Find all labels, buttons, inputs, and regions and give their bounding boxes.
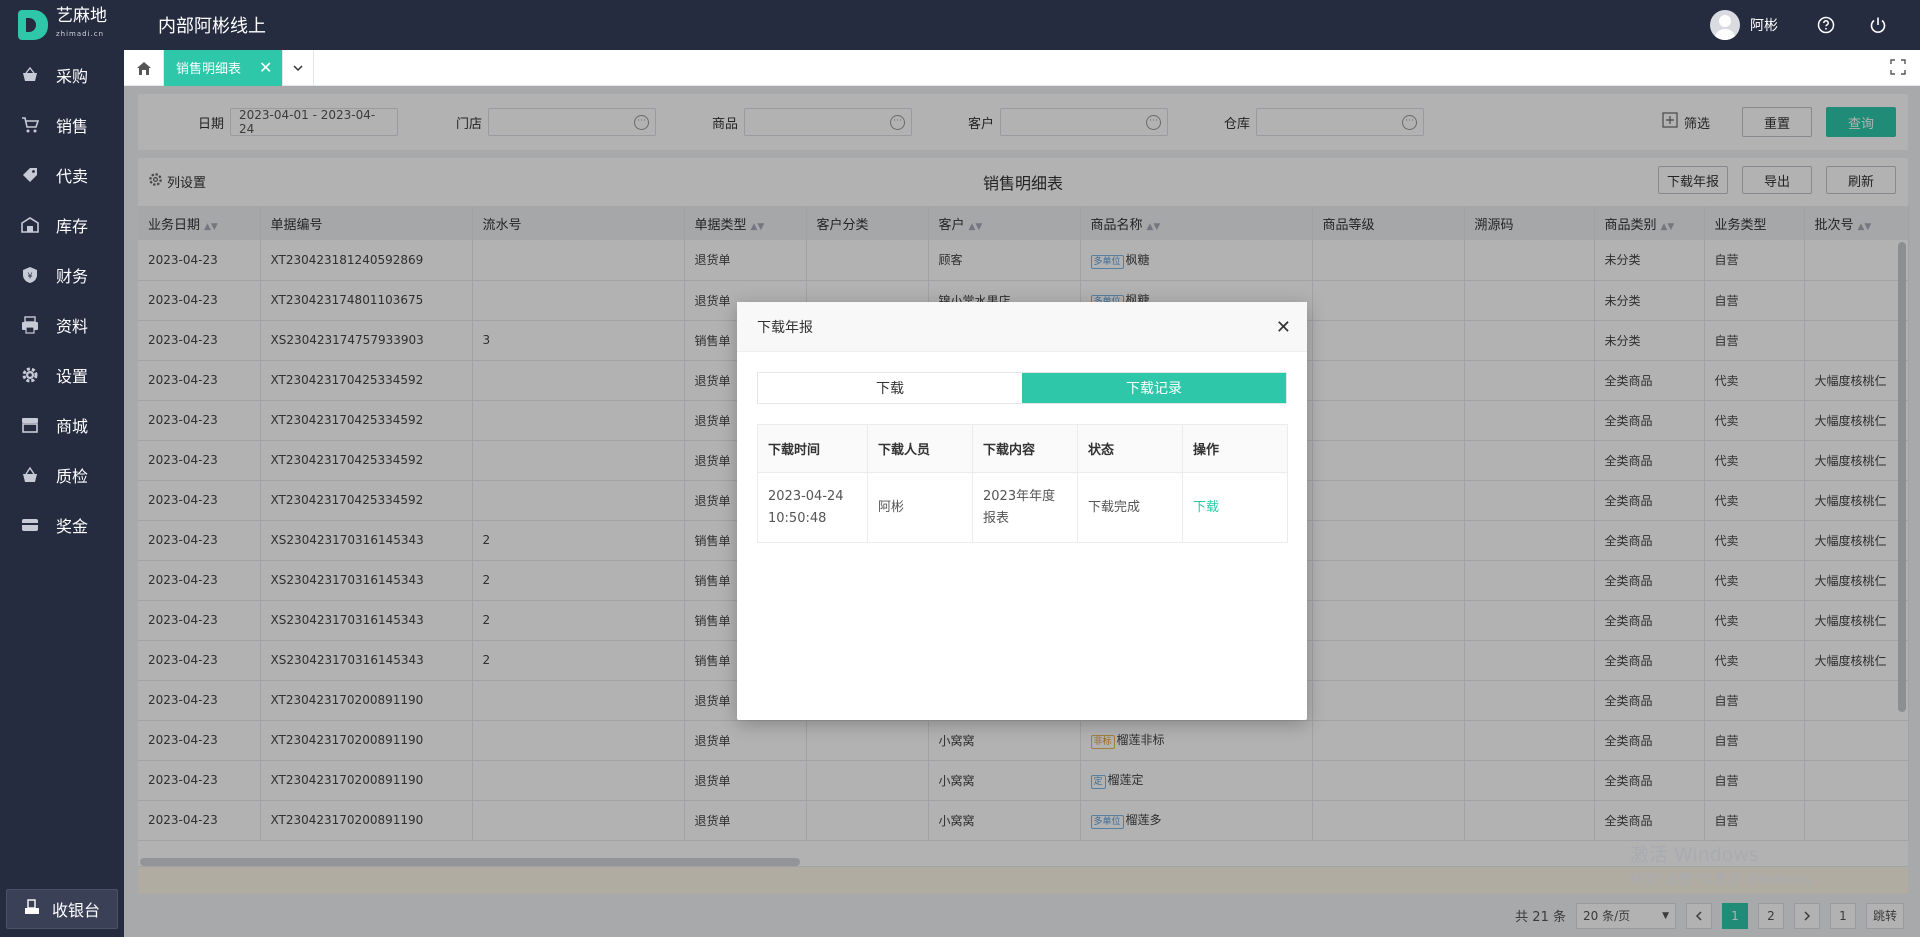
home-icon[interactable] xyxy=(124,49,164,86)
warehouse-icon xyxy=(20,215,40,235)
sidebar-item-sales[interactable]: 销售 xyxy=(0,100,124,150)
sidebar-item-label: 质检 xyxy=(56,467,89,486)
sidebar-item-finance[interactable]: ¥ 财务 xyxy=(0,250,124,300)
sidebar-item-bonus[interactable]: 奖金 xyxy=(0,500,124,550)
bonus-icon xyxy=(20,515,40,535)
column-header: 下载内容 xyxy=(972,424,1078,473)
sidebar-item-label: 采购 xyxy=(56,67,89,86)
tab-download[interactable]: 下载 xyxy=(758,373,1022,403)
sidebar-item-purchase[interactable]: 采购 xyxy=(0,50,124,100)
app-title: 内部阿彬线上 xyxy=(158,16,266,37)
modal-tabs: 下载 下载记录 xyxy=(757,372,1287,404)
cashier-icon xyxy=(24,899,40,919)
tab-sales-detail[interactable]: 销售明细表 ✕ xyxy=(164,49,283,86)
sidebar-item-label: 资料 xyxy=(56,317,89,336)
sidebar-item-label: 设置 xyxy=(56,367,89,386)
sidebar-item-label: 商城 xyxy=(56,417,89,436)
logo[interactable]: 艺麻地 zhimadi.cn xyxy=(0,0,124,50)
column-header: 操作 xyxy=(1182,424,1288,473)
chevron-down-icon[interactable] xyxy=(282,49,315,86)
store-icon xyxy=(20,415,40,435)
cashier-label: 收银台 xyxy=(51,901,100,920)
tab-download-records[interactable]: 下载记录 xyxy=(1022,373,1286,403)
close-icon[interactable]: ✕ xyxy=(259,58,272,77)
gear-icon xyxy=(20,365,40,385)
tab-bar: 销售明细表 ✕ xyxy=(124,49,1920,86)
sidebar-item-mall[interactable]: 商城 xyxy=(0,400,124,450)
top-bar: 艺麻地 zhimadi.cn 内部阿彬线上 阿彬 xyxy=(0,0,1920,50)
sidebar-item-inspection[interactable]: 质检 xyxy=(0,450,124,500)
logo-text: 艺麻地 xyxy=(56,6,107,26)
column-header: 下载人员 xyxy=(867,424,973,473)
download-records-table: 下载时间 下载人员 下载内容 状态 操作 2023-04-24 10:50:48… xyxy=(757,424,1288,543)
finance-icon: ¥ xyxy=(20,265,40,285)
download-annual-modal: 下载年报 ✕ 下载 下载记录 下载时间 下载人员 下载内容 状态 操作 2023… xyxy=(737,302,1307,720)
windows-watermark: 激活 Windows 转到"设置"以激活 Windows。 xyxy=(1630,844,1822,888)
printer-icon xyxy=(20,315,40,335)
power-icon[interactable] xyxy=(1868,15,1888,35)
column-header: 状态 xyxy=(1077,424,1183,473)
sidebar-item-label: 财务 xyxy=(56,267,89,286)
svg-text:¥: ¥ xyxy=(27,272,32,281)
inspection-icon xyxy=(20,465,40,485)
user-name[interactable]: 阿彬 xyxy=(1750,15,1778,35)
sidebar-item-consignment[interactable]: 代卖 xyxy=(0,150,124,200)
tag-icon xyxy=(20,165,40,185)
modal-title: 下载年报 xyxy=(757,319,813,336)
logo-subtext: zhimadi.cn xyxy=(56,30,105,38)
download-person: 阿彬 xyxy=(867,472,973,543)
sidebar-item-label: 库存 xyxy=(56,217,89,236)
tab-label: 销售明细表 xyxy=(176,62,242,77)
sidebar-item-label: 销售 xyxy=(56,117,89,136)
basket-icon xyxy=(20,65,40,85)
table-header-row: 下载时间 下载人员 下载内容 状态 操作 xyxy=(757,424,1288,473)
logo-mark-icon xyxy=(18,10,48,40)
download-time: 2023-04-24 10:50:48 xyxy=(757,472,868,543)
cashier-button[interactable]: 收银台 xyxy=(6,889,118,929)
download-link[interactable]: 下载 xyxy=(1193,500,1219,515)
sidebar-item-data[interactable]: 资料 xyxy=(0,300,124,350)
fullscreen-icon[interactable] xyxy=(1890,59,1906,79)
cart-icon xyxy=(20,115,40,135)
help-icon[interactable] xyxy=(1816,15,1836,35)
close-icon[interactable]: ✕ xyxy=(1276,317,1291,338)
sidebar-item-settings[interactable]: 设置 xyxy=(0,350,124,400)
avatar[interactable] xyxy=(1710,10,1740,40)
sidebar-item-label: 奖金 xyxy=(56,517,89,536)
download-status: 下载完成 xyxy=(1077,472,1183,543)
download-content: 2023年年度报表 xyxy=(972,472,1078,543)
column-header: 下载时间 xyxy=(757,424,868,473)
sidebar-item-inventory[interactable]: 库存 xyxy=(0,200,124,250)
sidebar-item-label: 代卖 xyxy=(56,167,89,186)
sidebar: 采购 销售 代卖 库存 ¥ 财务 资料 设置 商城 质检 奖金 收银台 xyxy=(0,50,124,937)
table-row: 2023-04-24 10:50:48 阿彬 2023年年度报表 下载完成 下载 xyxy=(757,472,1288,543)
